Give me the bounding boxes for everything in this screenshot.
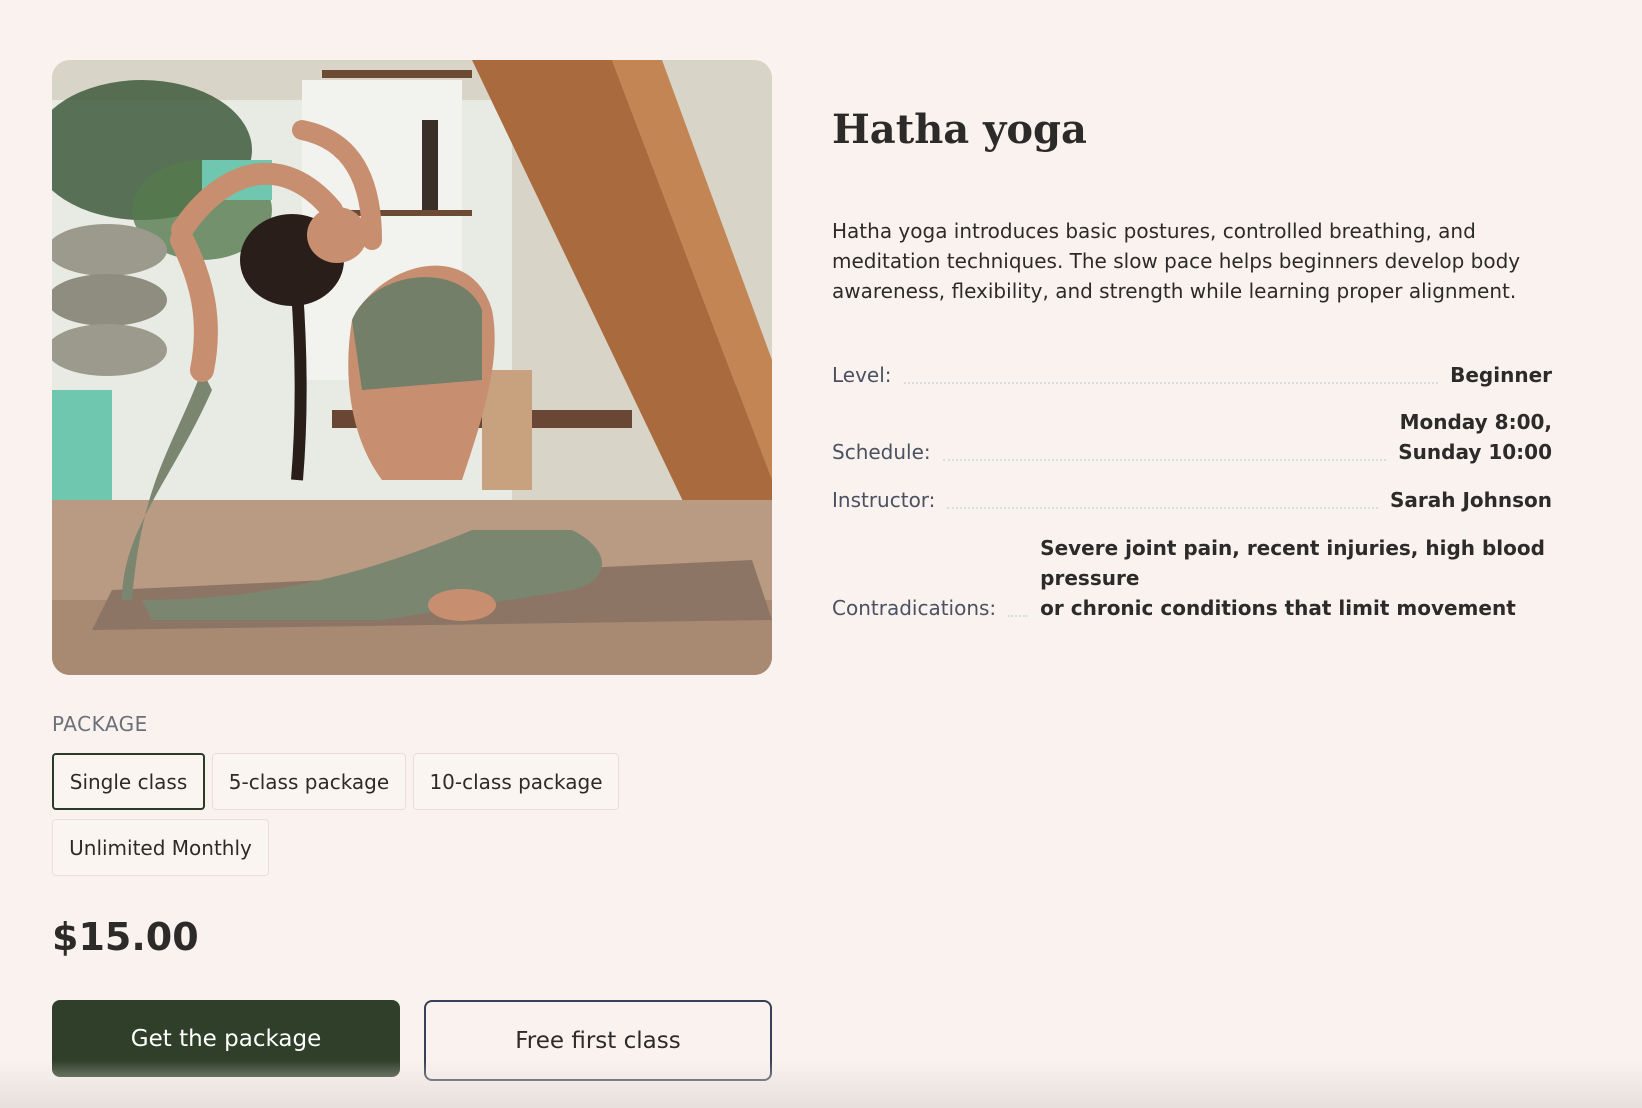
dotted-leader [903, 382, 1439, 384]
detail-value: Sarah Johnson [1389, 488, 1552, 512]
price-display: $15.00 [52, 915, 199, 959]
class-description: Hatha yoga introduces basic postures, co… [832, 219, 1521, 303]
package-option-unlimited-monthly[interactable]: Unlimited Monthly [52, 819, 269, 876]
detail-row-schedule: Schedule: Monday 8:00, Sunday 10:00 [832, 407, 1552, 467]
detail-row-instructor: Instructor: Sarah Johnson [832, 485, 1552, 515]
detail-row-level: Level: Beginner [832, 360, 1552, 390]
package-option-5-class[interactable]: 5-class package [212, 753, 406, 810]
detail-value: Beginner [1450, 363, 1552, 387]
detail-value: Severe joint pain, recent injuries, high… [1040, 536, 1545, 620]
package-section-label: PACKAGE [52, 712, 148, 736]
get-package-button[interactable]: Get the package [52, 1000, 400, 1077]
package-option-single-class[interactable]: Single class [52, 753, 205, 810]
dotted-leader [947, 507, 1378, 509]
class-photo [52, 60, 772, 675]
detail-label: Level: [832, 363, 892, 387]
package-option-10-class[interactable]: 10-class package [413, 753, 619, 810]
detail-row-contraindications: Contradications: Severe joint pain, rece… [832, 533, 1552, 623]
detail-value: Monday 8:00, Sunday 10:00 [1398, 410, 1552, 464]
yoga-photo-illustration [52, 60, 772, 675]
detail-label: Instructor: [832, 488, 936, 512]
detail-label: Contradications: [832, 596, 997, 620]
dotted-leader [1008, 615, 1029, 617]
class-title: Hatha yoga [832, 106, 1087, 153]
dotted-leader [942, 459, 1387, 461]
free-first-class-button[interactable]: Free first class [424, 1000, 772, 1081]
detail-label: Schedule: [832, 440, 931, 464]
